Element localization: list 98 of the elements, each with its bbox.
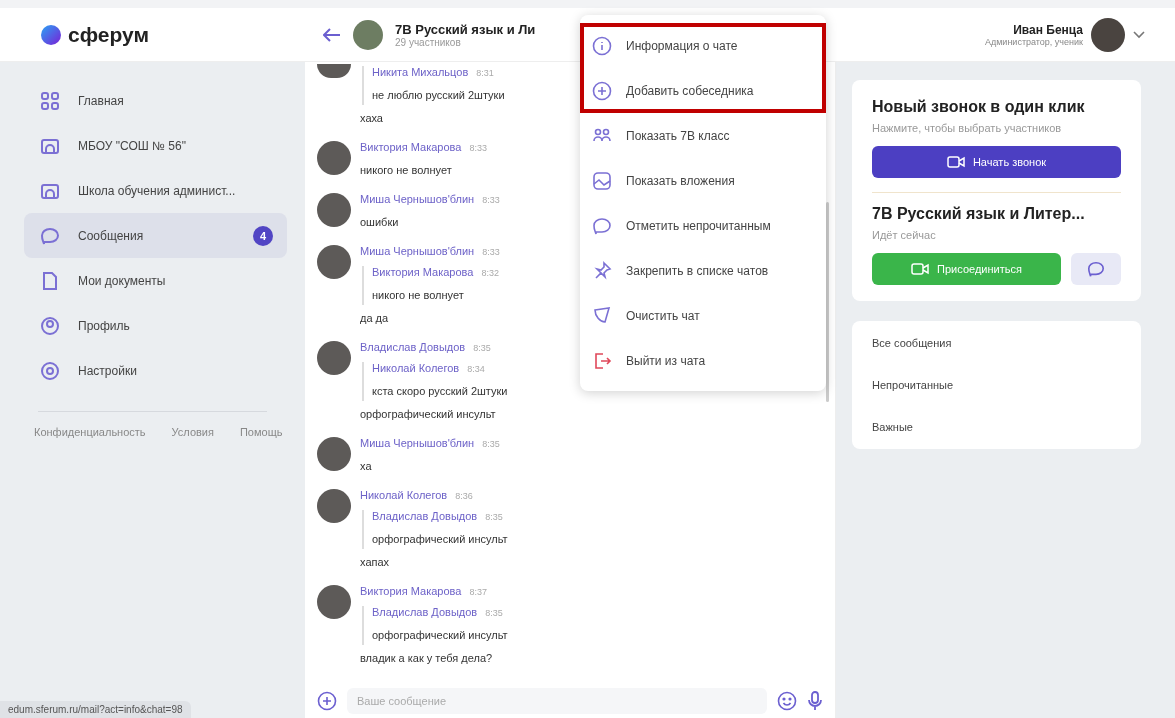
author-name[interactable]: Виктория Макарова	[360, 141, 462, 153]
user-avatar[interactable]	[1091, 17, 1125, 52]
quote-text: кста скоро русский 2штуки	[372, 384, 508, 399]
chat-bubble-icon	[40, 225, 60, 246]
message-time: 8:33	[482, 247, 500, 257]
message-text: ха	[360, 459, 372, 474]
call-status: Идёт сейчас	[872, 228, 937, 243]
menu-item[interactable]: Добавить собеседника	[580, 68, 826, 113]
quote-author: Виктория Макарова	[372, 266, 474, 278]
menu-item[interactable]: Отметить непрочитанным	[580, 203, 826, 248]
sidebar-item[interactable]: МБОУ "СОШ № 56"	[24, 123, 287, 168]
quote-text: орфографический инсульт	[372, 532, 508, 547]
message-text: да да	[360, 311, 389, 326]
menu-item[interactable]: Показать вложения	[580, 158, 826, 203]
sidebar-item[interactable]: Профиль	[24, 303, 287, 348]
author-name[interactable]: Миша Чернышов'блин	[360, 245, 475, 257]
sidebar-item[interactable]: Главная	[24, 78, 287, 123]
menu-item[interactable]: Очистить чат	[580, 293, 826, 338]
start-call-button[interactable]: Начать звонок	[872, 146, 1121, 178]
video-camera-icon	[946, 156, 965, 168]
quote-text: орфографический инсульт	[372, 628, 508, 643]
quote-text: не люблю русский 2штуки	[372, 88, 505, 103]
avatar-photo	[317, 437, 351, 471]
message-time: 8:35	[473, 343, 491, 353]
quote-time: 8:31	[476, 68, 494, 78]
logo-text: сферум	[68, 22, 149, 47]
exit-icon	[592, 350, 612, 371]
member-count: 29 участников	[395, 36, 461, 48]
grid-icon	[40, 90, 60, 111]
status-url: edum.sferum.ru/mail?act=info&chat=98	[0, 701, 191, 718]
pin-icon	[592, 260, 612, 281]
sidebar-item[interactable]: Школа обучения админист...	[24, 168, 287, 213]
chat-bubble-icon	[592, 215, 612, 236]
quote-time: 8:34	[467, 364, 485, 374]
avatar-photo	[317, 193, 351, 227]
quote-time: 8:35	[485, 512, 503, 522]
avatar-photo	[317, 341, 351, 375]
filter-item[interactable]: Все сообщения	[872, 337, 1121, 349]
message-text: хапах	[360, 555, 390, 570]
menu-item[interactable]: Закрепить в списке чатов	[580, 248, 826, 293]
chat-avatar	[353, 19, 383, 50]
author-name[interactable]: Николай Колегов	[360, 489, 448, 501]
quote-time: 8:35	[485, 608, 503, 618]
chat-title: 7В Русский язык и Ли	[395, 21, 536, 37]
quote-author: Владислав Довыдов	[372, 510, 478, 522]
message-text: владик а как у тебя дела?	[360, 651, 493, 666]
message-text: хаха	[360, 111, 383, 126]
quote-author: Никита Михальцов	[372, 66, 469, 78]
author-name[interactable]: Миша Чернышов'блин	[360, 437, 475, 449]
info-icon	[592, 35, 612, 56]
message-time: 8:33	[469, 143, 487, 153]
emoji-icon[interactable]	[777, 691, 797, 711]
image-icon	[592, 170, 612, 191]
author-name[interactable]: Владислав Довыдов	[360, 341, 466, 353]
quote-text: никого не волнует	[372, 288, 464, 303]
add-icon[interactable]	[317, 691, 337, 711]
message-time: 8:36	[455, 491, 473, 501]
message-time: 8:37	[469, 587, 487, 597]
card-hint: Нажмите, чтобы выбрать участников	[872, 121, 1063, 136]
message-input[interactable]: Ваше сообщение	[347, 688, 767, 714]
avatar-photo	[317, 585, 351, 619]
logo-icon	[40, 23, 62, 46]
message-text: орфографический инсульт	[360, 407, 496, 422]
filter-item[interactable]: Важные	[872, 421, 1121, 433]
plus-circle-icon	[592, 80, 612, 101]
user-role: Администратор, ученик	[984, 36, 1083, 47]
avatar-photo	[317, 64, 351, 78]
sidebar-item[interactable]: Сообщения 4	[24, 213, 287, 258]
author-name[interactable]: Миша Чернышов'блин	[360, 193, 475, 205]
author-name[interactable]: Виктория Макарова	[360, 585, 462, 597]
chat-button[interactable]	[1071, 253, 1121, 285]
menu-item[interactable]: Выйти из чата	[580, 338, 826, 383]
document-icon	[40, 270, 60, 291]
call-title: 7В Русский язык и Литер...	[872, 205, 1086, 223]
microphone-icon[interactable]	[807, 691, 823, 711]
scrollbar[interactable]	[826, 202, 829, 402]
sidebar-item[interactable]: Мои документы	[24, 258, 287, 303]
message-text: никого не волнует	[360, 163, 452, 178]
chat-bubble-icon	[1087, 260, 1105, 278]
chevron-down-icon[interactable]	[1133, 30, 1145, 39]
sidebar-item[interactable]: Настройки	[24, 348, 287, 393]
avatar-photo	[317, 245, 351, 279]
avatar-photo	[317, 489, 351, 523]
quote-time: 8:32	[481, 268, 499, 278]
message-time: 8:33	[482, 195, 500, 205]
message-time: 8:35	[482, 439, 500, 449]
unread-badge: 4	[253, 225, 273, 246]
quote-author: Николай Колегов	[372, 362, 460, 374]
filter-item[interactable]: Непрочитанные	[872, 379, 1121, 391]
card-title: Новый звонок в один клик	[872, 98, 1086, 116]
back-arrow-icon[interactable]	[323, 27, 341, 42]
message-text: ошибки	[360, 215, 399, 230]
user-name: Иван Бенца	[1013, 22, 1083, 37]
video-camera-icon	[911, 263, 930, 275]
quote-author: Владислав Довыдов	[372, 606, 478, 618]
menu-item[interactable]: Информация о чате	[580, 23, 826, 68]
avatar-photo	[317, 141, 351, 175]
menu-item[interactable]: Показать 7В класс	[580, 113, 826, 158]
